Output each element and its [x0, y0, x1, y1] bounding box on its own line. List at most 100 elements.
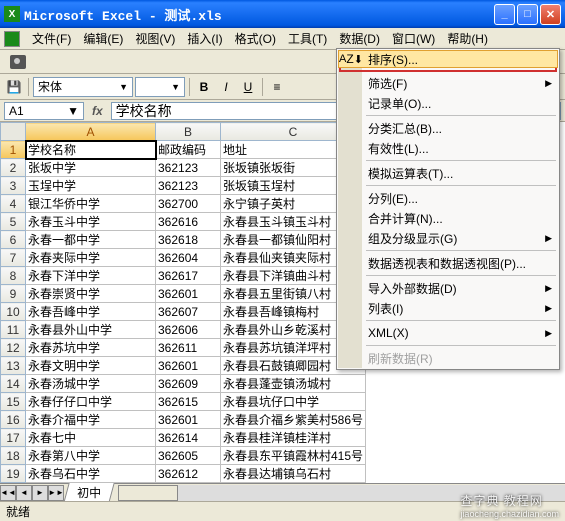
menu-item[interactable]: 合并计算(N)...	[338, 208, 558, 228]
menu-view[interactable]: 视图(V)	[129, 28, 181, 49]
cell[interactable]: 362607	[156, 303, 221, 321]
cell[interactable]: 永春县外山中学	[26, 321, 156, 339]
row-header[interactable]: 11	[1, 321, 26, 339]
cell[interactable]: 362123	[156, 177, 221, 195]
tab-nav-last[interactable]: ►►	[48, 485, 64, 501]
row-header[interactable]: 14	[1, 375, 26, 393]
cell[interactable]: 永春乌石中学	[26, 465, 156, 483]
cell[interactable]: 永春县坑仔口中学	[221, 393, 366, 411]
cell[interactable]: 362601	[156, 285, 221, 303]
menu-item[interactable]: 模拟运算表(T)...	[338, 163, 558, 183]
cell[interactable]: 永春县东平镇霞林村415号	[221, 447, 366, 465]
fx-icon[interactable]: fx	[88, 104, 107, 118]
cell[interactable]: 362616	[156, 213, 221, 231]
cell[interactable]: 永春介福中学	[26, 411, 156, 429]
cell[interactable]: 362601	[156, 411, 221, 429]
cell[interactable]: 362612	[156, 465, 221, 483]
menu-item[interactable]: XML(X)▶	[338, 323, 558, 343]
underline-button[interactable]: U	[238, 77, 258, 97]
cell[interactable]: 永春吾峰中学	[26, 303, 156, 321]
italic-button[interactable]: I	[216, 77, 236, 97]
row-header[interactable]: 1	[1, 141, 26, 159]
cell[interactable]: 362700	[156, 195, 221, 213]
menu-item[interactable]: 筛选(F)▶	[338, 73, 558, 93]
row-header[interactable]: 5	[1, 213, 26, 231]
col-header-a[interactable]: A	[26, 123, 156, 141]
font-selector[interactable]: 宋体 ▼	[33, 77, 133, 97]
cell[interactable]: 永春县达埔镇乌石村	[221, 465, 366, 483]
cell[interactable]: 永春文明中学	[26, 357, 156, 375]
cell[interactable]: 永春夹际中学	[26, 249, 156, 267]
tab-nav-next[interactable]: ►	[32, 485, 48, 501]
menu-window[interactable]: 窗口(W)	[386, 28, 441, 49]
minimize-button[interactable]: _	[494, 4, 515, 25]
row-header[interactable]: 2	[1, 159, 26, 177]
cell[interactable]: 362611	[156, 339, 221, 357]
row-header[interactable]: 3	[1, 177, 26, 195]
menu-format[interactable]: 格式(O)	[229, 28, 282, 49]
menu-help[interactable]: 帮助(H)	[441, 28, 494, 49]
close-button[interactable]: ✕	[540, 4, 561, 25]
menu-item[interactable]: 有效性(L)...	[338, 138, 558, 158]
row-header[interactable]: 12	[1, 339, 26, 357]
menu-insert[interactable]: 插入(I)	[181, 28, 228, 49]
row-header[interactable]: 16	[1, 411, 26, 429]
row-header[interactable]: 19	[1, 465, 26, 483]
col-header-b[interactable]: B	[156, 123, 221, 141]
select-all-corner[interactable]	[1, 123, 26, 141]
row-header[interactable]: 17	[1, 429, 26, 447]
row-header[interactable]: 10	[1, 303, 26, 321]
row-header[interactable]: 9	[1, 285, 26, 303]
cell[interactable]: 永春县介福乡紫美村586号	[221, 411, 366, 429]
cell[interactable]: 永春仔仔口中学	[26, 393, 156, 411]
cell[interactable]: 362618	[156, 231, 221, 249]
cell[interactable]: 永春第八中学	[26, 447, 156, 465]
cell[interactable]: 张坂中学	[26, 159, 156, 177]
cell[interactable]: 邮政编码	[156, 141, 221, 159]
menu-item[interactable]: 导入外部数据(D)▶	[338, 278, 558, 298]
tab-nav-prev[interactable]: ◄	[16, 485, 32, 501]
cell[interactable]: 362609	[156, 375, 221, 393]
align-left-button[interactable]: ≡	[267, 77, 287, 97]
cell[interactable]: 362614	[156, 429, 221, 447]
cell[interactable]: 永春下洋中学	[26, 267, 156, 285]
cell[interactable]: 362606	[156, 321, 221, 339]
menu-item[interactable]: 分类汇总(B)...	[338, 118, 558, 138]
maximize-button[interactable]: □	[517, 4, 538, 25]
cell[interactable]: 永春县桂洋镇桂洋村	[221, 429, 366, 447]
row-header[interactable]: 18	[1, 447, 26, 465]
bold-button[interactable]: B	[194, 77, 214, 97]
cell[interactable]: 永春玉斗中学	[26, 213, 156, 231]
menu-item[interactable]: 列表(I)▶	[338, 298, 558, 318]
cell[interactable]: 玉埕中学	[26, 177, 156, 195]
cell[interactable]: 银江华侨中学	[26, 195, 156, 213]
menu-item[interactable]: 数据透视表和数据透视图(P)...	[338, 253, 558, 273]
cell[interactable]: 362604	[156, 249, 221, 267]
cell[interactable]: 永春七中	[26, 429, 156, 447]
menu-edit[interactable]: 编辑(E)	[77, 28, 129, 49]
menu-item[interactable]: 分列(E)...	[338, 188, 558, 208]
row-header[interactable]: 7	[1, 249, 26, 267]
cell[interactable]: 永春一都中学	[26, 231, 156, 249]
fontsize-selector[interactable]: ▼	[135, 77, 185, 97]
row-header[interactable]: 8	[1, 267, 26, 285]
cell[interactable]: 永春县蓬壶镇汤城村	[221, 375, 366, 393]
name-box[interactable]: A1 ▼	[4, 102, 84, 120]
sheet-tab[interactable]: 初中	[63, 483, 114, 503]
menu-item[interactable]: AZ⬇排序(S)...	[338, 50, 558, 68]
menu-tools[interactable]: 工具(T)	[282, 28, 333, 49]
menu-item[interactable]: 组及分级显示(G)▶	[338, 228, 558, 248]
cell[interactable]: 永春汤城中学	[26, 375, 156, 393]
cell[interactable]: 362615	[156, 393, 221, 411]
cell[interactable]: 362605	[156, 447, 221, 465]
horizontal-scrollbar[interactable]	[118, 485, 565, 501]
tab-nav-first[interactable]: ◄◄	[0, 485, 16, 501]
cell[interactable]: 永春苏坑中学	[26, 339, 156, 357]
row-header[interactable]: 15	[1, 393, 26, 411]
menu-data[interactable]: 数据(D)	[333, 28, 386, 49]
save-button[interactable]: 💾	[4, 77, 24, 97]
row-header[interactable]: 6	[1, 231, 26, 249]
row-header[interactable]: 13	[1, 357, 26, 375]
cell[interactable]: 永春崇贤中学	[26, 285, 156, 303]
cell[interactable]: 学校名称	[26, 141, 156, 159]
